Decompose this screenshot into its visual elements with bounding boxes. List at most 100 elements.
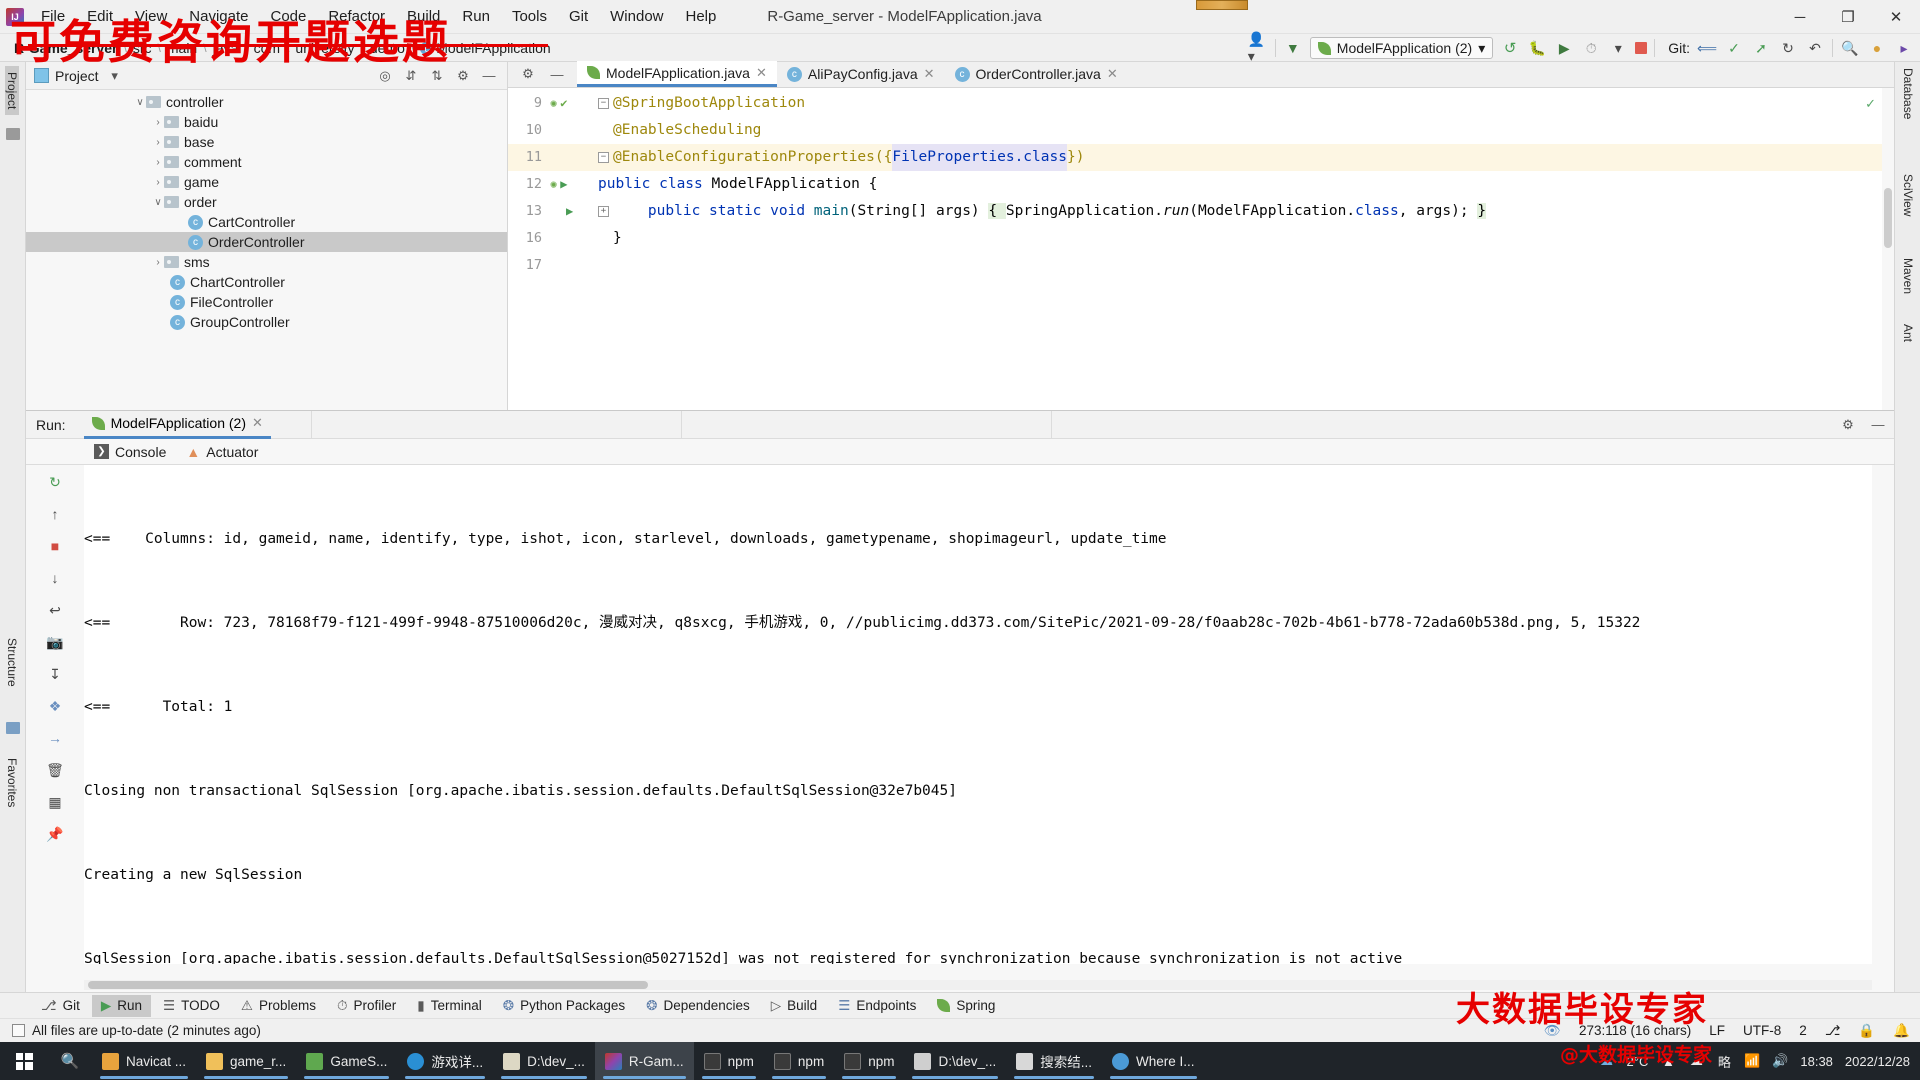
- sidebar-item-favorites[interactable]: Favorites: [5, 752, 19, 813]
- start-button[interactable]: [0, 1042, 48, 1080]
- thread-dump-icon[interactable]: ❖: [46, 697, 64, 715]
- menu-item-code[interactable]: Code: [259, 5, 317, 28]
- sidebar-item-ant[interactable]: Ant: [1901, 324, 1915, 342]
- tree-node-comment[interactable]: › comment: [26, 152, 507, 172]
- weather-temperature[interactable]: 2°C: [1627, 1054, 1649, 1069]
- sidebar-item-structure[interactable]: Structure: [5, 632, 19, 693]
- taskbar-app-games[interactable]: GameS...: [296, 1042, 397, 1080]
- run-configuration-selector[interactable]: ModelFApplication (2) ▾: [1309, 37, 1494, 59]
- taskbar-app-game-r[interactable]: game_r...: [196, 1042, 296, 1080]
- tab-actuator[interactable]: ▲ Actuator: [178, 441, 266, 463]
- tree-node-ordercontroller[interactable]: c OrderController: [26, 232, 507, 252]
- tray-time[interactable]: 18:38: [1800, 1054, 1833, 1069]
- profiler-icon[interactable]: ⏱: [1581, 38, 1601, 58]
- breadcrumb-university[interactable]: university: [291, 39, 358, 57]
- close-icon[interactable]: ✕: [756, 65, 767, 81]
- tool-window-build[interactable]: ▷ Build: [762, 995, 826, 1017]
- git-push-icon[interactable]: ➚: [1751, 38, 1771, 58]
- console-horizontal-scrollbar[interactable]: [84, 980, 1872, 990]
- indent-size[interactable]: 2: [1799, 1023, 1807, 1038]
- grid-icon[interactable]: ▦: [46, 793, 64, 811]
- chevron-down-icon[interactable]: ▾: [107, 68, 123, 84]
- collapse-all-icon[interactable]: ⇅: [429, 68, 445, 84]
- input-method-icon[interactable]: 略: [1716, 1053, 1732, 1070]
- tab-modelfapplication[interactable]: ModelFApplication.java ✕: [577, 61, 777, 87]
- nav-forward-icon[interactable]: ▸: [1894, 38, 1914, 58]
- menu-item-tools[interactable]: Tools: [501, 5, 558, 28]
- tool-window-problems[interactable]: ⚠ Problems: [232, 995, 325, 1017]
- menu-item-build[interactable]: Build: [396, 5, 451, 28]
- breadcrumb-main[interactable]: main: [163, 39, 201, 57]
- fold-marker-icon[interactable]: −: [598, 152, 609, 163]
- soft-wrap-icon[interactable]: ↩: [46, 601, 64, 619]
- export-icon[interactable]: →: [46, 729, 64, 747]
- taskbar-app-npm-2[interactable]: npm: [764, 1042, 834, 1080]
- taskbar-app-edge[interactable]: 游戏详...: [397, 1042, 493, 1080]
- tool-window-endpoints[interactable]: ☰ Endpoints: [829, 995, 925, 1017]
- chevron-right-icon[interactable]: ›: [152, 177, 164, 188]
- menu-item-help[interactable]: Help: [675, 5, 728, 28]
- tray-expand-icon[interactable]: ▲: [1660, 1053, 1676, 1069]
- code-editor[interactable]: 9 ✺ ✔ − @SpringBootApplication 10 @Enabl…: [508, 88, 1894, 279]
- tree-node-game[interactable]: › game: [26, 172, 507, 192]
- taskbar-app-explorer-dev2[interactable]: D:\dev_...: [904, 1042, 1006, 1080]
- spring-bean-icon[interactable]: ✺: [550, 171, 557, 198]
- minimize-button[interactable]: ─: [1776, 0, 1824, 34]
- tree-node-baidu[interactable]: › baidu: [26, 112, 507, 132]
- hide-panel-icon[interactable]: —: [481, 68, 497, 84]
- taskbar-app-npm-3[interactable]: npm: [834, 1042, 904, 1080]
- caret-position[interactable]: 273:118 (16 chars): [1579, 1023, 1691, 1038]
- debug-bug-icon[interactable]: 🐛: [1527, 38, 1547, 58]
- chevron-down-icon[interactable]: ▾: [1608, 38, 1628, 58]
- menu-item-file[interactable]: File: [30, 5, 76, 28]
- tool-window-profiler[interactable]: ⏱ Profiler: [328, 995, 405, 1017]
- tab-ordercontroller[interactable]: c OrderController.java ✕: [945, 61, 1128, 87]
- tool-window-todo[interactable]: ☰ TODO: [154, 995, 229, 1017]
- search-icon[interactable]: 🔍: [1840, 38, 1860, 58]
- tool-window-git[interactable]: ⎇ Git: [32, 995, 89, 1017]
- tree-node-base[interactable]: › base: [26, 132, 507, 152]
- breadcrumb-class[interactable]: c ModelFApplication: [416, 39, 554, 57]
- console-vertical-scrollbar[interactable]: [1878, 465, 1890, 964]
- cloud-sync-icon[interactable]: ☁: [1688, 1053, 1704, 1069]
- sidebar-item-database[interactable]: Database: [1901, 68, 1915, 119]
- tree-node-filecontroller[interactable]: c FileController: [26, 292, 507, 312]
- spring-checked-icon[interactable]: ✔: [560, 90, 567, 117]
- locate-target-icon[interactable]: ◎: [377, 68, 393, 84]
- taskbar-app-where[interactable]: Where I...: [1102, 1042, 1205, 1080]
- rerun-icon[interactable]: ↺: [1500, 38, 1520, 58]
- run-play-icon[interactable]: ▶: [566, 198, 573, 225]
- tool-window-spring[interactable]: Spring: [928, 995, 1004, 1016]
- menu-item-view[interactable]: View: [124, 5, 178, 28]
- tool-window-python-packages[interactable]: ❂ Python Packages: [494, 995, 634, 1017]
- build-hammer-icon[interactable]: ▼: [1283, 38, 1303, 58]
- tree-node-sms[interactable]: › sms: [26, 252, 507, 272]
- bookmark-icon[interactable]: [6, 722, 20, 734]
- stop-icon[interactable]: [1635, 42, 1648, 54]
- tool-window-run[interactable]: ▶ Run: [91, 994, 151, 1017]
- user-icon[interactable]: 👤▾: [1248, 31, 1268, 64]
- network-icon[interactable]: 📶: [1744, 1053, 1760, 1069]
- tab-console[interactable]: ❯ Console: [86, 441, 174, 463]
- breadcrumb-project[interactable]: R-Game_server: [10, 39, 122, 57]
- taskbar-app-rgame[interactable]: R-Gam...: [594, 1042, 694, 1080]
- tree-node-cartcontroller[interactable]: c CartController: [26, 212, 507, 232]
- tool-window-terminal[interactable]: ▮ Terminal: [408, 995, 490, 1017]
- inspection-level-icon[interactable]: 👁: [1544, 1023, 1561, 1039]
- volume-icon[interactable]: 🔊: [1772, 1053, 1788, 1069]
- tree-node-order[interactable]: ∨ order: [26, 192, 507, 212]
- stop-icon[interactable]: ■: [46, 537, 64, 555]
- chevron-right-icon[interactable]: ›: [152, 137, 164, 148]
- account-icon[interactable]: ●: [1867, 38, 1887, 58]
- gear-icon[interactable]: ⚙: [1840, 417, 1856, 433]
- hide-panel-icon[interactable]: —: [1870, 417, 1886, 433]
- scroll-up-icon[interactable]: ↑: [46, 505, 64, 523]
- print-icon[interactable]: 📷: [46, 633, 64, 651]
- spring-bean-icon[interactable]: ✺: [550, 90, 557, 117]
- coverage-icon[interactable]: ▶: [1554, 38, 1574, 58]
- line-separator[interactable]: LF: [1709, 1023, 1725, 1038]
- close-icon[interactable]: ✕: [252, 415, 263, 431]
- taskbar-search-button[interactable]: 🔍: [48, 1042, 92, 1080]
- file-encoding[interactable]: UTF-8: [1743, 1023, 1781, 1038]
- breadcrumb-demo[interactable]: demo: [366, 39, 409, 57]
